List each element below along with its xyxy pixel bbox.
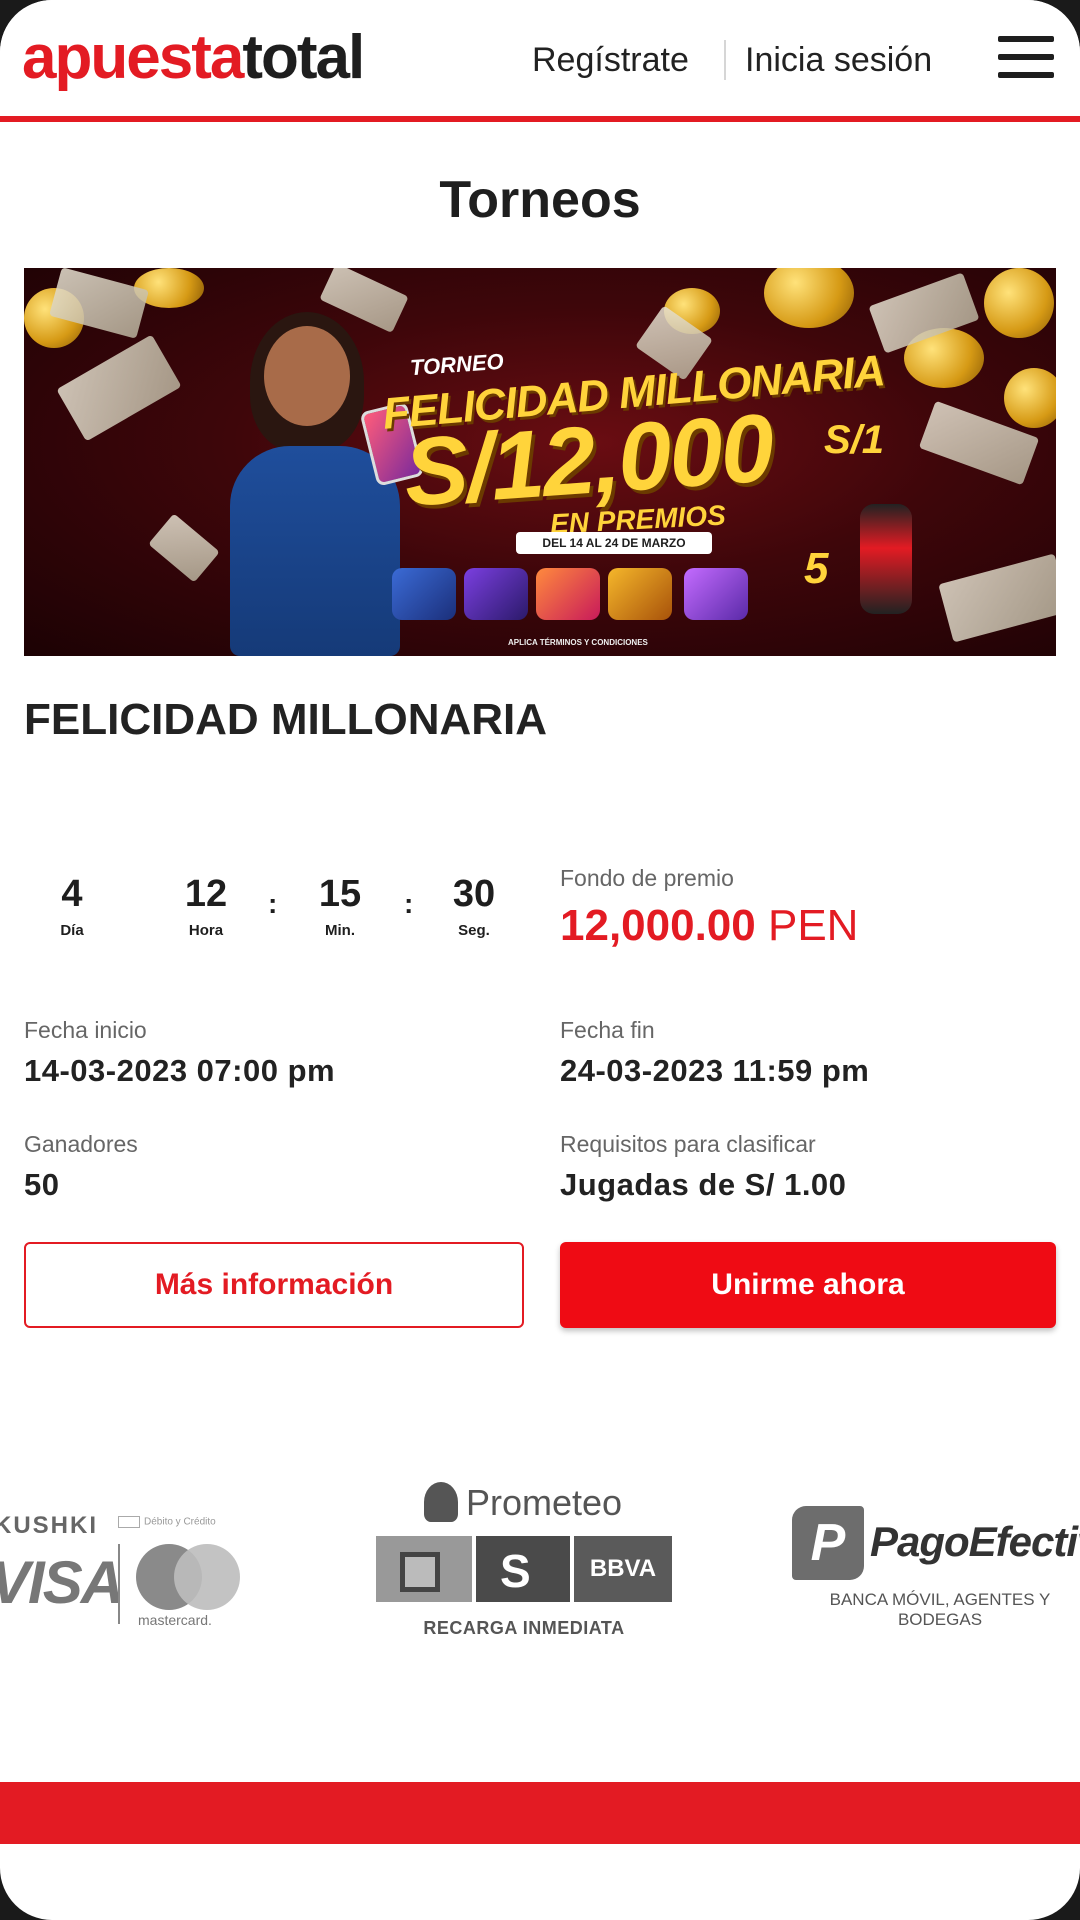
mastercard-text: mastercard. [138, 1612, 212, 1628]
countdown-days-label: Día [60, 922, 84, 939]
prize-amount: 12,000.00 [560, 901, 756, 950]
countdown-hours-label: Hora [188, 922, 224, 939]
gaming-chair-image [860, 504, 912, 614]
bank-s-logo-icon: S [500, 1545, 531, 1597]
countdown-separator: : [404, 888, 414, 919]
prize-currency: PEN [767, 901, 859, 950]
page-title: Torneos [439, 171, 641, 229]
game-logo-icon [392, 568, 456, 620]
countdown-minutes-label: Min. [325, 922, 355, 939]
logo-part-2: total [242, 23, 365, 92]
bill-decoration [938, 553, 1056, 643]
prometeo-logo: Prometeo [466, 1482, 623, 1523]
start-date-label: Fecha inicio [24, 1017, 147, 1043]
recarga-inmediata-text: RECARGA INMEDIATA [423, 1618, 625, 1638]
header: apuestatotal Regístrate Inicia sesión [0, 0, 1080, 122]
prize-fund-label: Fondo de premio [560, 865, 734, 891]
visa-divider [118, 1544, 120, 1624]
requirements-label: Requisitos para clasificar [560, 1131, 816, 1157]
coin-decoration [764, 268, 854, 328]
banner-apuesta-text: S/1 [824, 418, 885, 462]
bbva-logo: BBVA [574, 1536, 672, 1602]
prize-fund-value: 12,000.00 PEN [560, 900, 858, 952]
kushki-card-text: Débito y Crédito [144, 1516, 216, 1528]
winners-label: Ganadores [24, 1131, 138, 1157]
countdown-hours: 12 [184, 873, 228, 915]
page: apuestatotal Regístrate Inicia sesión To… [0, 0, 1080, 1920]
countdown-days: 4 [61, 873, 83, 915]
login-link[interactable]: Inicia sesión [745, 38, 932, 82]
pagoefectivo-p-icon: P [792, 1506, 864, 1580]
visa-logo: VISA [0, 1549, 124, 1616]
bill-decoration [148, 513, 220, 583]
coin-decoration [1004, 368, 1056, 428]
nav-divider [724, 40, 726, 80]
end-date-value: 24-03-2023 11:59 pm [560, 1053, 870, 1088]
countdown-seconds: 30 [452, 873, 496, 915]
person-image [214, 306, 404, 656]
apuestatotal-logo[interactable]: apuestatotal [22, 22, 365, 94]
countdown-seconds-label: Seg. [458, 922, 490, 939]
join-now-button[interactable]: Unirme ahora [560, 1242, 1056, 1328]
winners-value: 50 [24, 1167, 60, 1202]
more-info-button[interactable]: Más información [24, 1242, 524, 1328]
countdown-minutes: 15 [318, 873, 362, 915]
banner-torneo-text: TORNEO [409, 348, 505, 381]
countdown-separator: : [268, 888, 278, 919]
footer-bar [0, 1782, 1080, 1844]
kushki-card-label: Débito y Crédito [118, 1516, 216, 1528]
bank-logo-icon [400, 1552, 440, 1592]
requirements-value: Jugadas de S/ 1.00 [560, 1167, 847, 1202]
tournament-banner[interactable]: TORNEO FELICIDAD MILLONARIA S/12,000 EN … [24, 268, 1056, 656]
mastercard-logo-icon [174, 1544, 240, 1610]
tournament-name: FELICIDAD MILLONARIA [24, 695, 548, 744]
pagoefectivo-subtitle: BANCA MÓVIL, AGENTES Y BODEGAS [829, 1590, 1051, 1629]
bill-decoration [56, 334, 182, 442]
hamburger-menu-icon[interactable] [998, 34, 1054, 82]
game-logo-icon [464, 568, 528, 620]
banner-sorteo-text: 5 [804, 544, 829, 593]
prometeo-flame-icon [424, 1482, 458, 1522]
pagoefectivo-logo: PagoEfectivo [870, 1518, 1080, 1565]
logo-part-1: apuesta [22, 23, 244, 92]
coin-decoration [984, 268, 1054, 338]
game-logo-icon [608, 568, 672, 620]
start-date-value: 14-03-2023 07:00 pm [24, 1053, 336, 1088]
register-link[interactable]: Regístrate [532, 38, 689, 82]
kushki-logo: KUSHKI [0, 1512, 99, 1539]
banner-dates-text: DEL 14 AL 24 DE MARZO [516, 532, 712, 554]
game-logo-icon [536, 568, 600, 620]
end-date-label: Fecha fin [560, 1017, 655, 1043]
banner-terms-text: APLICA TÉRMINOS Y CONDICIONES [508, 638, 648, 647]
game-logo-icon [684, 568, 748, 620]
